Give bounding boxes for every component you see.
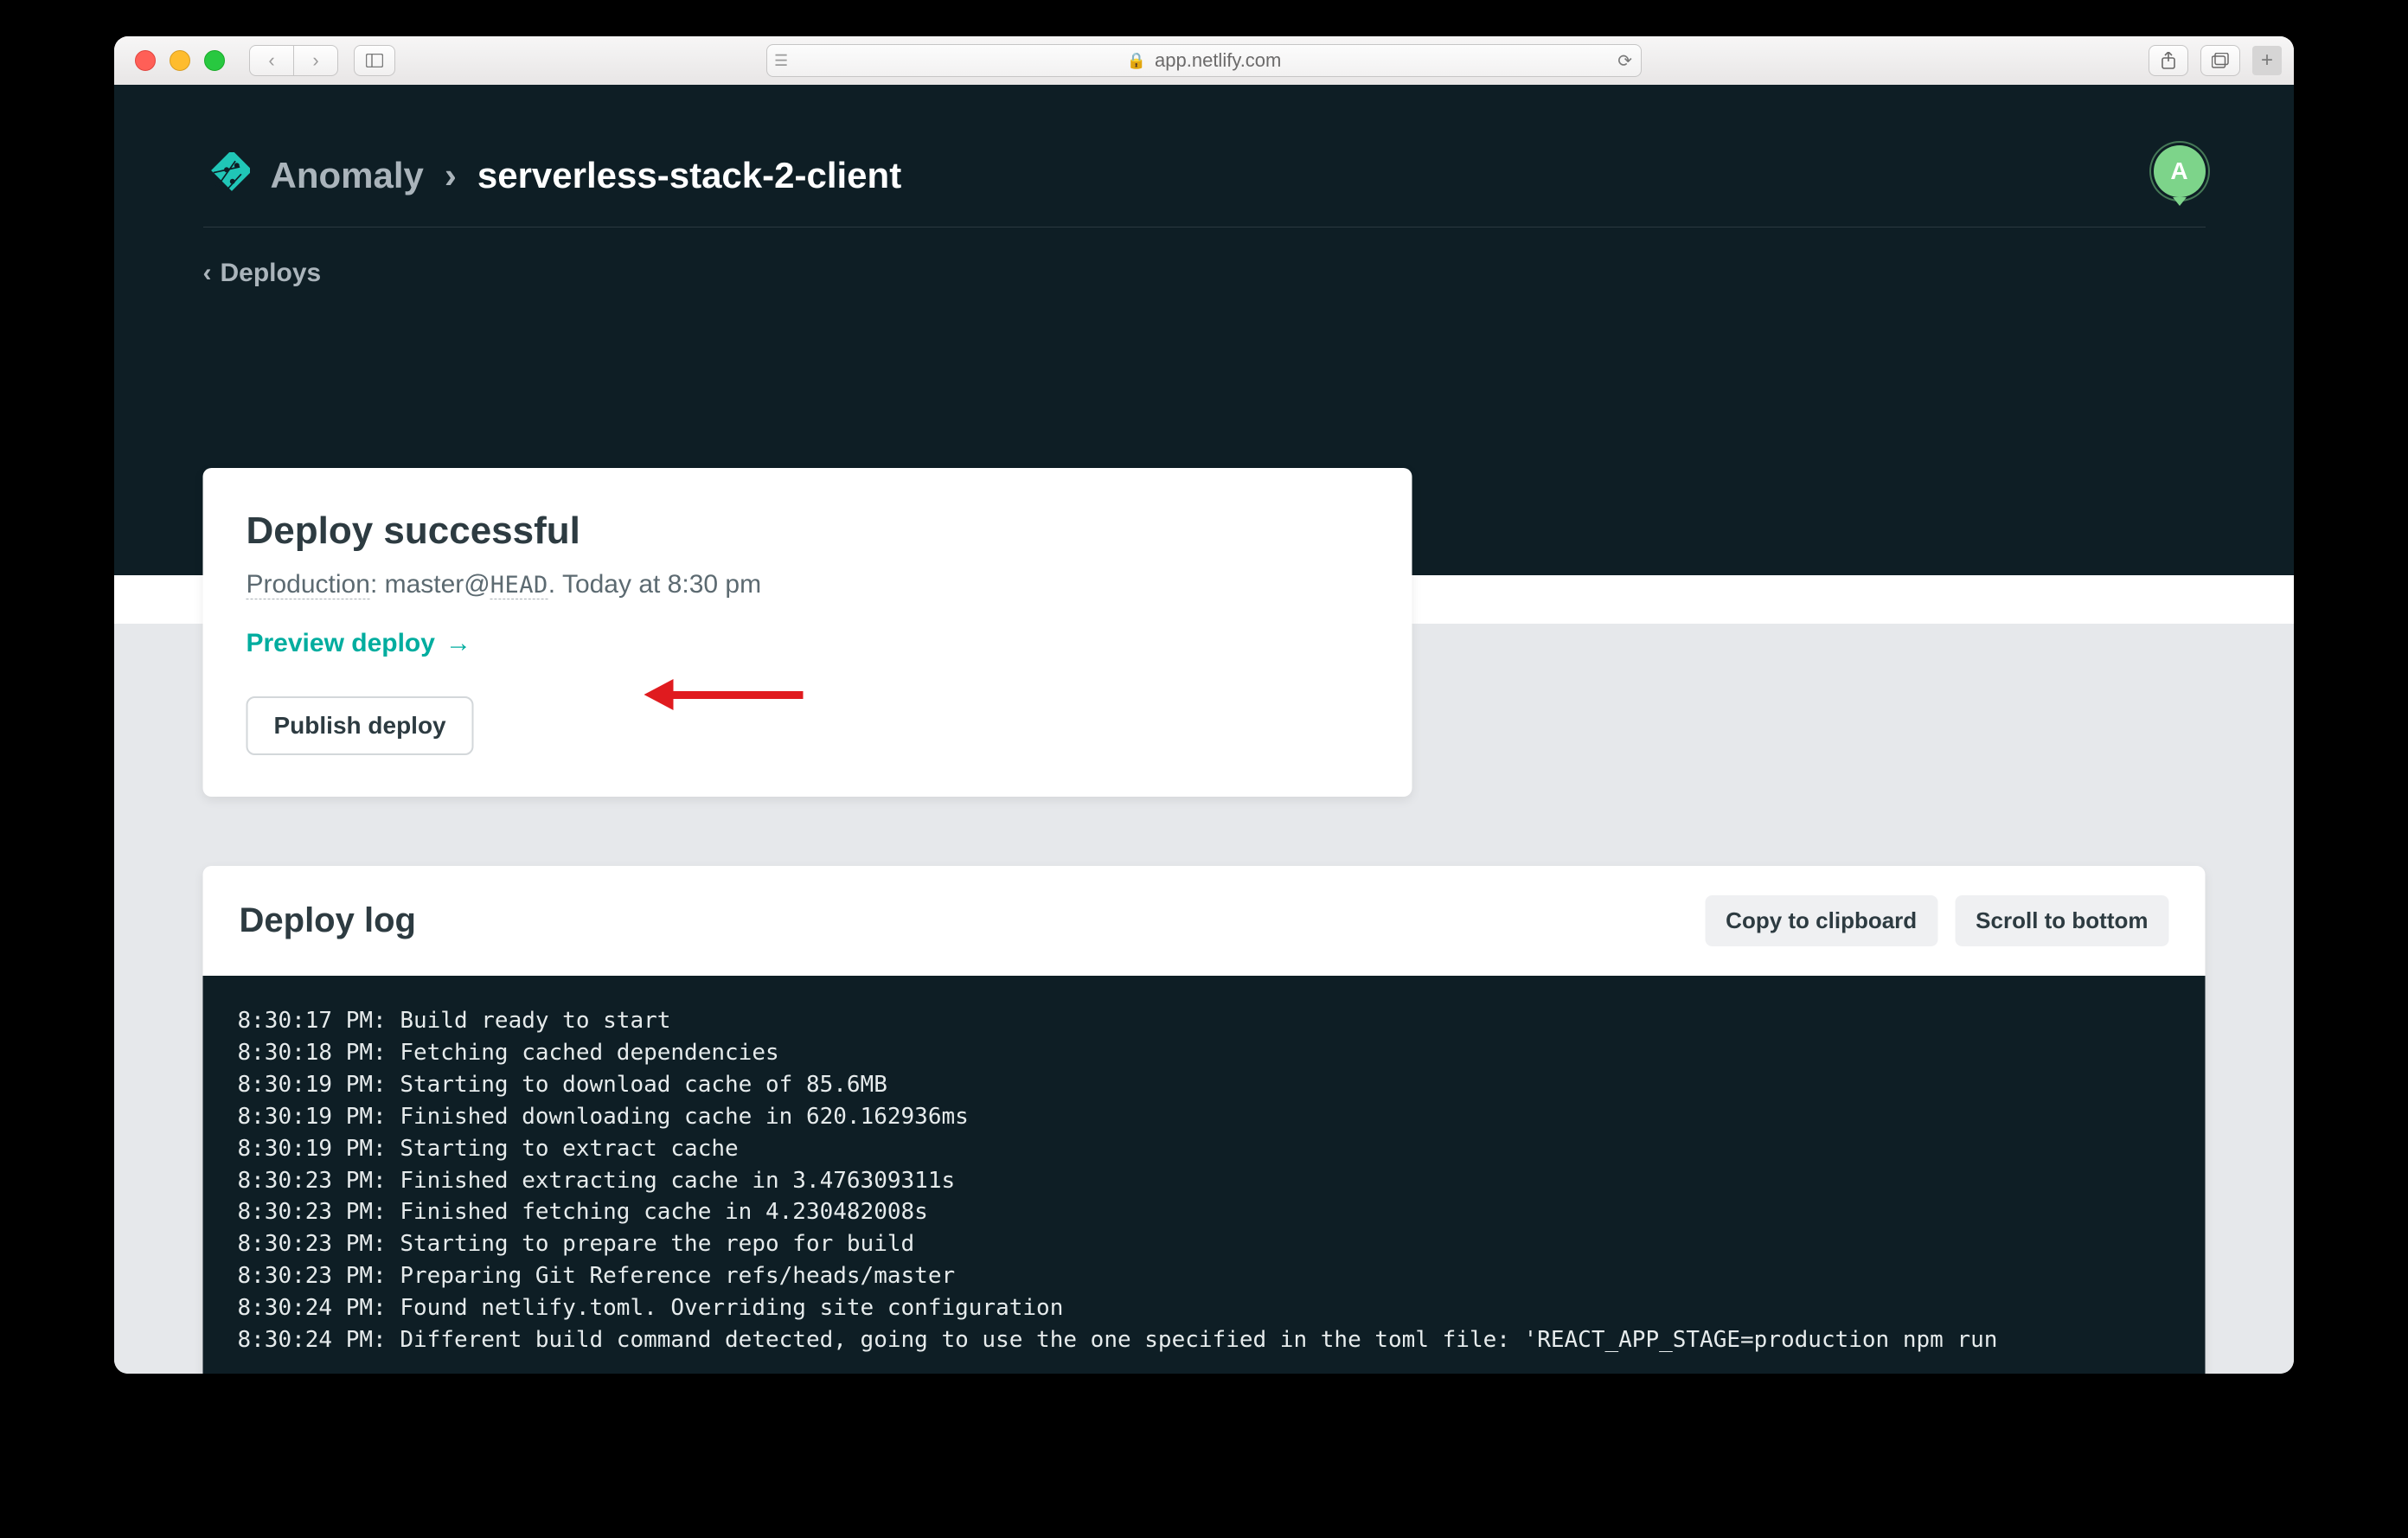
close-window-button[interactable] [135, 50, 156, 71]
back-button[interactable]: ‹ [249, 45, 294, 76]
address-bar[interactable]: ☰ 🔒 app.netlify.com ⟳ [766, 44, 1642, 77]
netlify-logo-icon[interactable] [203, 152, 250, 199]
share-button[interactable] [2149, 45, 2188, 76]
tabs-button[interactable] [2200, 45, 2240, 76]
breadcrumb-separator: › [445, 155, 457, 196]
new-tab-button[interactable]: + [2252, 46, 2282, 75]
window-controls [135, 50, 225, 71]
deploy-summary-row: Deploy successful Production: master@HEA… [203, 468, 2206, 797]
plus-icon: + [2261, 48, 2273, 73]
breadcrumb: Anomaly › serverless-stack-2-client A [203, 152, 2206, 227]
breadcrumb-org[interactable]: Anomaly [271, 155, 424, 196]
avatar-initial: A [2170, 157, 2187, 185]
publish-deploy-label: Publish deploy [274, 712, 446, 739]
maximize-window-button[interactable] [204, 50, 225, 71]
page: Anomaly › serverless-stack-2-client A ‹ … [114, 85, 2294, 1374]
url-host: app.netlify.com [1155, 49, 1281, 72]
scroll-to-bottom-button[interactable]: Scroll to bottom [1955, 895, 2168, 946]
sidebar-toggle-button[interactable] [354, 45, 395, 76]
titlebar: ‹ › ☰ 🔒 app.netlify.com ⟳ [114, 36, 2294, 86]
deploy-summary-card: Deploy successful Production: master@HEA… [203, 468, 1412, 797]
chevron-right-icon: › [312, 49, 318, 72]
reload-icon[interactable]: ⟳ [1617, 50, 1632, 72]
chevron-left-icon: ‹ [268, 49, 274, 72]
branch-name: master [385, 570, 464, 599]
content-area: Deploy successful Production: master@HEA… [114, 624, 2294, 1374]
git-ref[interactable]: HEAD [490, 572, 548, 599]
deploy-subtitle: Production: master@HEAD. Today at 8:30 p… [247, 570, 1369, 599]
browser-window: ‹ › ☰ 🔒 app.netlify.com ⟳ [114, 36, 2294, 1374]
copy-to-clipboard-button[interactable]: Copy to clipboard [1705, 895, 1937, 946]
env-label[interactable]: Production [247, 570, 370, 599]
preview-deploy-label: Preview deploy [247, 629, 435, 658]
sidebar-icon [366, 54, 383, 67]
arrow-left-icon [644, 679, 674, 710]
reader-mode-icon[interactable]: ☰ [774, 52, 788, 70]
deploy-log-title: Deploy log [240, 901, 416, 940]
toolbar-right: + [2149, 45, 2282, 76]
breadcrumb-project[interactable]: serverless-stack-2-client [477, 155, 901, 196]
deploy-time: Today at 8:30 pm [562, 570, 761, 599]
back-to-deploys-link[interactable]: ‹ Deploys [203, 259, 2206, 288]
annotation-arrow [644, 679, 804, 710]
deploy-log-card: Deploy log Copy to clipboard Scroll to b… [203, 866, 2206, 1374]
lock-icon: 🔒 [1127, 52, 1146, 70]
nav-group: ‹ › [249, 45, 338, 76]
deploy-status-title: Deploy successful [247, 509, 1369, 553]
preview-deploy-link[interactable]: Preview deploy → [247, 629, 1369, 658]
arrow-right-icon: → [445, 629, 471, 658]
share-icon [2161, 52, 2176, 69]
minimize-window-button[interactable] [170, 50, 190, 71]
back-link-label: Deploys [221, 259, 322, 288]
user-avatar[interactable]: A [2154, 145, 2206, 197]
deploy-log-header: Deploy log Copy to clipboard Scroll to b… [203, 866, 2206, 976]
deploy-log-output[interactable]: 8:30:17 PM: Build ready to start 8:30:18… [203, 976, 2206, 1374]
forward-button[interactable]: › [294, 45, 338, 76]
publish-deploy-button[interactable]: Publish deploy [247, 696, 474, 755]
chevron-left-icon: ‹ [203, 259, 212, 288]
tabs-icon [2212, 53, 2229, 68]
